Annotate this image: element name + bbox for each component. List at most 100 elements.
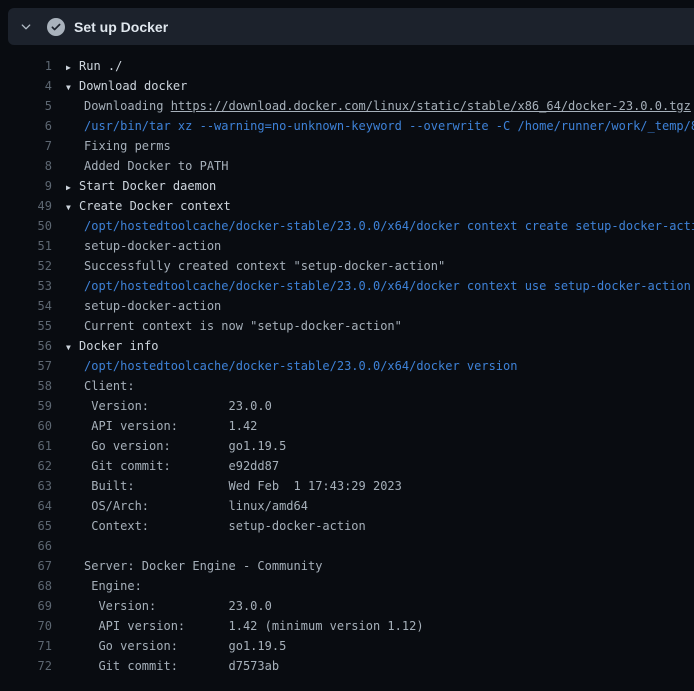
line-number[interactable]: 9: [0, 176, 52, 196]
line-number[interactable]: 5: [0, 96, 52, 116]
log-row: 61 Go version: go1.19.5: [0, 436, 694, 456]
line-number[interactable]: 55: [0, 316, 52, 336]
line-number[interactable]: 6: [0, 116, 52, 136]
line-number[interactable]: 1: [0, 56, 52, 76]
log-group-row[interactable]: 9▶Start Docker daemon: [0, 176, 694, 196]
group-title: Run ./: [79, 59, 122, 73]
line-content: Fixing perms: [52, 136, 171, 156]
line-number[interactable]: 8: [0, 156, 52, 176]
group-collapsed-arrow-icon: ▶: [66, 58, 79, 76]
line-content: Client:: [52, 376, 135, 396]
log-group-row[interactable]: 1▶Run ./: [0, 56, 694, 76]
group-collapsed-arrow-icon: ▶: [66, 178, 79, 196]
line-number[interactable]: 72: [0, 656, 52, 676]
log-row: 57/opt/hostedtoolcache/docker-stable/23.…: [0, 356, 694, 376]
line-number[interactable]: 53: [0, 276, 52, 296]
line-number[interactable]: 58: [0, 376, 52, 396]
log-text: Current context is now "setup-docker-act…: [84, 319, 402, 333]
log-text: Fixing perms: [84, 139, 171, 153]
command-text: /usr/bin/tar xz --warning=no-unknown-key…: [84, 119, 694, 133]
command-text: /opt/hostedtoolcache/docker-stable/23.0.…: [84, 279, 691, 293]
line-number[interactable]: 54: [0, 296, 52, 316]
line-content: Server: Docker Engine - Community: [52, 556, 322, 576]
line-content: ▼Download docker: [52, 76, 187, 96]
step-header[interactable]: Set up Docker: [8, 8, 694, 45]
line-content: ▼Create Docker context: [52, 196, 231, 216]
log-row: 64 OS/Arch: linux/amd64: [0, 496, 694, 516]
download-url-link[interactable]: https://download.docker.com/linux/static…: [171, 99, 691, 113]
line-number[interactable]: 63: [0, 476, 52, 496]
log-text: Client:: [84, 379, 135, 393]
log-row: 6/usr/bin/tar xz --warning=no-unknown-ke…: [0, 116, 694, 136]
log-row: 55 Current context is now "setup-docker-a…: [0, 316, 694, 336]
log-lines: 1▶Run ./4▼Download docker5Downloading ht…: [0, 45, 694, 676]
line-content: Downloading https://download.docker.com/…: [52, 96, 691, 116]
line-content: OS/Arch: linux/amd64: [52, 496, 308, 516]
log-text: setup-docker-action: [84, 299, 221, 313]
log-row: 72 Git commit: d7573ab: [0, 656, 694, 676]
line-number[interactable]: 52: [0, 256, 52, 276]
log-text: Git commit: d7573ab: [84, 659, 279, 673]
command-text: /opt/hostedtoolcache/docker-stable/23.0.…: [84, 359, 517, 373]
log-group-row[interactable]: 49▼Create Docker context: [0, 196, 694, 216]
line-number[interactable]: 64: [0, 496, 52, 516]
log-text: API version: 1.42 (minimum version 1.12): [84, 619, 424, 633]
line-number[interactable]: 51: [0, 236, 52, 256]
log-text: Go version: go1.19.5: [84, 639, 286, 653]
log-group-row[interactable]: 4▼Download docker: [0, 76, 694, 96]
line-content: API version: 1.42 (minimum version 1.12): [52, 616, 424, 636]
log-row: 54 setup-docker-action: [0, 296, 694, 316]
line-content: Version: 23.0.0: [52, 596, 272, 616]
log-row: 60 API version: 1.42: [0, 416, 694, 436]
line-content: Context: setup-docker-action: [52, 516, 366, 536]
line-number[interactable]: 62: [0, 456, 52, 476]
line-content: /opt/hostedtoolcache/docker-stable/23.0.…: [52, 356, 517, 376]
group-expanded-arrow-icon: ▼: [66, 338, 79, 356]
line-content: Go version: go1.19.5: [52, 436, 286, 456]
log-row: 71 Go version: go1.19.5: [0, 636, 694, 656]
log-row: 69 Version: 23.0.0: [0, 596, 694, 616]
log-row: 65 Context: setup-docker-action: [0, 516, 694, 536]
log-row: 66: [0, 536, 694, 556]
log-text: Version: 23.0.0: [84, 399, 272, 413]
line-number[interactable]: 7: [0, 136, 52, 156]
line-number[interactable]: 69: [0, 596, 52, 616]
log-row: 62 Git commit: e92dd87: [0, 456, 694, 476]
line-number[interactable]: 50: [0, 216, 52, 236]
log-text: Successfully created context "setup-dock…: [84, 259, 445, 273]
line-number[interactable]: 60: [0, 416, 52, 436]
log-text: Context: setup-docker-action: [84, 519, 366, 533]
line-number[interactable]: 66: [0, 536, 52, 556]
log-text: Version: 23.0.0: [84, 599, 272, 613]
line-number[interactable]: 70: [0, 616, 52, 636]
log-row: 8Added Docker to PATH: [0, 156, 694, 176]
log-row: 50/opt/hostedtoolcache/docker-stable/23.…: [0, 216, 694, 236]
line-content: ▶Run ./: [52, 56, 122, 76]
log-row: 7 Fixing perms: [0, 136, 694, 156]
line-number[interactable]: 68: [0, 576, 52, 596]
line-content: Git commit: d7573ab: [52, 656, 279, 676]
log-row: 5Downloading https://download.docker.com…: [0, 96, 694, 116]
line-number[interactable]: 65: [0, 516, 52, 536]
log-row: 63 Built: Wed Feb 1 17:43:29 2023: [0, 476, 694, 496]
chevron-down-icon[interactable]: [18, 19, 34, 35]
log-text: API version: 1.42: [84, 419, 257, 433]
line-number[interactable]: 71: [0, 636, 52, 656]
line-content: /opt/hostedtoolcache/docker-stable/23.0.…: [52, 216, 694, 236]
line-number[interactable]: 61: [0, 436, 52, 456]
line-number[interactable]: 49: [0, 196, 52, 216]
line-number[interactable]: 4: [0, 76, 52, 96]
line-content: Git commit: e92dd87: [52, 456, 279, 476]
line-content: Successfully created context "setup-dock…: [52, 256, 445, 276]
log-group-row[interactable]: 56▼Docker info: [0, 336, 694, 356]
line-number[interactable]: 57: [0, 356, 52, 376]
log-row: 59 Version: 23.0.0: [0, 396, 694, 416]
line-content: setup-docker-action: [52, 236, 221, 256]
line-content: Go version: go1.19.5: [52, 636, 286, 656]
log-row: 51setup-docker-action: [0, 236, 694, 256]
line-number[interactable]: 59: [0, 396, 52, 416]
line-number[interactable]: 56: [0, 336, 52, 356]
line-number[interactable]: 67: [0, 556, 52, 576]
line-content: API version: 1.42: [52, 416, 257, 436]
log-text: Engine:: [84, 579, 142, 593]
